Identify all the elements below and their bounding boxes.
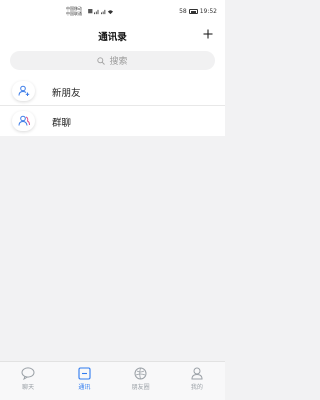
carrier-line-2: 中国联通 xyxy=(66,10,82,16)
tab-moments[interactable]: 朋友圈 xyxy=(113,362,169,400)
chat-bubble-icon xyxy=(21,367,35,380)
tab-label: 通讯 xyxy=(78,384,91,391)
battery-text: 58 xyxy=(179,8,187,15)
battery-icon xyxy=(188,9,198,14)
add-button[interactable] xyxy=(201,27,215,41)
tab-profile[interactable]: 我的 xyxy=(169,362,225,400)
tab-label: 朋友圈 xyxy=(131,384,150,391)
contact-list: 新朋友 群聊 xyxy=(0,76,225,136)
list-item-label: 群聊 xyxy=(52,118,72,129)
list-item-label: 新朋友 xyxy=(52,88,81,99)
tab-label: 聊天 xyxy=(22,384,35,391)
carrier-info: 中国移动 中国联通 xyxy=(66,6,82,16)
plus-icon xyxy=(203,29,213,39)
contacts-book-icon xyxy=(78,367,91,380)
bottom-tab-bar: 聊天 通讯 朋友圈 我的 xyxy=(0,361,225,400)
search-input[interactable]: 搜索 xyxy=(10,51,215,70)
search-area: 搜索 xyxy=(0,46,225,76)
tab-label: 我的 xyxy=(190,384,203,391)
search-icon xyxy=(97,56,106,65)
moments-icon xyxy=(134,367,147,380)
add-user-icon xyxy=(18,85,29,96)
tab-contacts[interactable]: 通讯 xyxy=(56,362,112,400)
list-item-group-chat[interactable]: 群聊 xyxy=(0,106,225,136)
profile-icon xyxy=(191,367,203,380)
clock: 19:52 xyxy=(199,8,217,15)
avatar xyxy=(12,111,35,131)
header-bar: 通讯录 xyxy=(0,22,225,46)
signal-icon xyxy=(88,9,113,15)
avatar xyxy=(12,81,35,101)
status-right: 58 19:52 xyxy=(179,8,217,15)
page-title: 通讯录 xyxy=(98,32,127,43)
tab-chat[interactable]: 聊天 xyxy=(0,362,56,400)
list-item-new-friends[interactable]: 新朋友 xyxy=(0,76,225,106)
search-placeholder: 搜索 xyxy=(109,57,128,67)
status-bar: 中国移动 中国联通 58 19:52 xyxy=(0,0,225,22)
group-icon xyxy=(18,115,30,126)
